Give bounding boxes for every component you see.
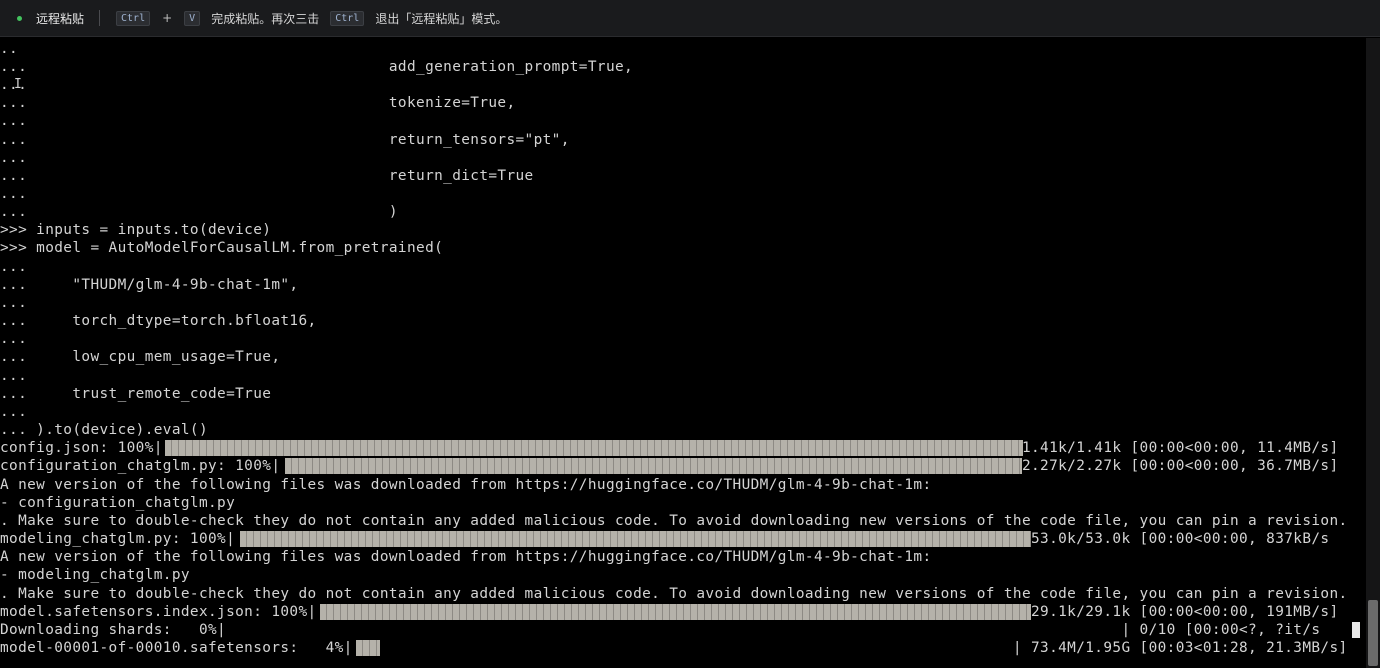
terminal-line: A new version of the following files was…: [0, 549, 932, 565]
ctrl-key-badge-2: Ctrl: [330, 10, 365, 26]
terminal-line: ...: [0, 150, 28, 166]
terminal-line: ... add_generation_prompt=True,: [0, 59, 634, 75]
terminal-line: Downloading shards: 0%| | 0/10 [00:00<?,…: [0, 622, 1321, 638]
terminal-line: >>> inputs = inputs.to(device): [0, 222, 272, 238]
terminal-line: >>> model = AutoModelForCausalLM.from_pr…: [0, 240, 444, 256]
progress-bar-config: [165, 440, 1023, 456]
terminal-line: ...: [0, 331, 28, 347]
remote-paste-banner: 远程粘贴 Ctrl + V 完成粘贴。再次三击 Ctrl 退出「远程粘贴」模式。: [0, 0, 1380, 37]
banner-title: 远程粘贴: [36, 11, 85, 26]
terminal-line: - configuration_chatglm.py: [0, 495, 236, 511]
terminal-scrollbar[interactable]: [1366, 38, 1380, 668]
terminal-line: ... return_dict=True: [0, 168, 534, 184]
terminal-line: ...: [0, 259, 28, 275]
terminal-line: ...: [0, 186, 28, 202]
terminal-line: ..: [0, 41, 19, 57]
terminal-line: ... trust_remote_code=True: [0, 386, 272, 402]
scrollbar-thumb[interactable]: [1368, 600, 1378, 666]
terminal-line: model-00001-of-00010.safetensors: 4%| | …: [0, 640, 1348, 656]
terminal-line: . Make sure to double-check they do not …: [0, 586, 1348, 602]
banner-message-middle: 完成粘贴。再次三击: [211, 11, 320, 26]
terminal-line: ... low_cpu_mem_usage=True,: [0, 349, 281, 365]
terminal-line: ... ).to(device).eval(): [0, 422, 209, 438]
terminal-line: ... "THUDM/glm-4-9b-chat-1m",: [0, 277, 299, 293]
terminal-line: - modeling_chatglm.py: [0, 567, 190, 583]
terminal-line: ...: [0, 113, 28, 129]
plus-sign: +: [162, 11, 173, 25]
terminal-line: ... torch_dtype=torch.bfloat16,: [0, 313, 317, 329]
terminal-line: ... ): [0, 204, 398, 220]
terminal-line: A new version of the following files was…: [0, 477, 932, 493]
terminal-line: ...: [0, 295, 28, 311]
ctrl-key-badge: Ctrl: [116, 10, 151, 26]
terminal-line: ... return_tensors="pt",: [0, 132, 570, 148]
terminal-line: . Make sure to double-check they do not …: [0, 513, 1348, 529]
ibeam-cursor-icon: I: [14, 77, 22, 92]
status-dot-icon: [17, 15, 22, 21]
terminal-cursor: [1352, 622, 1360, 638]
progress-bar-index: [320, 604, 1031, 620]
banner-divider: [99, 10, 101, 26]
terminal-line: ...: [0, 368, 28, 384]
progress-bar-safetensors: [356, 640, 380, 656]
banner-message-end: 退出「远程粘贴」模式。: [375, 11, 508, 26]
terminal-line: ...: [0, 404, 28, 420]
terminal-line: ... tokenize=True,: [0, 95, 516, 111]
v-key-badge: V: [184, 10, 201, 26]
progress-bar-modeling: [240, 531, 1031, 547]
terminal-output[interactable]: .. ... add_generation_prompt=True, ... .…: [0, 38, 1366, 668]
progress-bar-configuration: [285, 458, 1022, 474]
